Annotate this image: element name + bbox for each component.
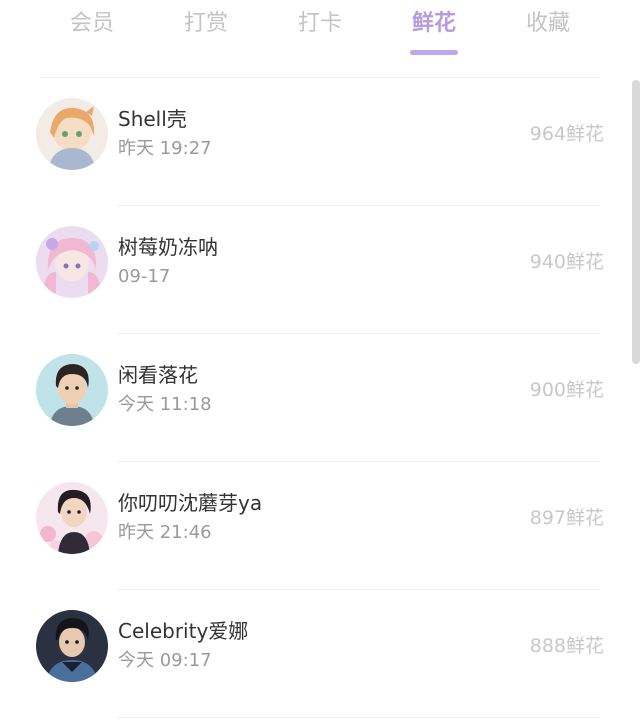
tab-tips[interactable]: 打赏 <box>151 8 261 40</box>
flower-count: 900鲜花 <box>529 379 604 401</box>
timestamp: 昨天 19:27 <box>118 138 212 159</box>
timestamp: 今天 09:17 <box>118 650 212 671</box>
user-name: 树莓奶冻呐 <box>118 235 218 259</box>
flower-count: 964鲜花 <box>529 123 604 145</box>
scrollbar[interactable] <box>632 80 640 364</box>
flower-count: 897鲜花 <box>529 507 604 529</box>
flower-ranking-page: 会员 打赏 打卡 鲜花 收藏 Shell壳 昨天 19:27 964鲜花 树莓奶… <box>0 0 640 723</box>
avatar[interactable] <box>36 98 108 170</box>
user-name: 你叨叨沈蘑芽ya <box>118 491 263 515</box>
flower-count: 940鲜花 <box>529 251 604 273</box>
timestamp: 今天 11:18 <box>118 394 212 415</box>
tab-membership[interactable]: 会员 <box>37 8 147 40</box>
avatar[interactable] <box>36 354 108 426</box>
list-item[interactable]: 树莓奶冻呐 09-17 940鲜花 <box>0 206 640 334</box>
avatar[interactable] <box>36 610 108 682</box>
avatar[interactable] <box>36 482 108 554</box>
list-item[interactable]: 你叨叨沈蘑芽ya 昨天 21:46 897鲜花 <box>0 462 640 590</box>
row-divider <box>118 717 600 718</box>
active-tab-indicator <box>410 50 458 55</box>
avatar[interactable] <box>36 226 108 298</box>
list-item[interactable]: Celebrity爱娜 今天 09:17 888鲜花 <box>0 590 640 718</box>
tab-checkin[interactable]: 打卡 <box>265 8 375 40</box>
user-name: Celebrity爱娜 <box>118 619 249 643</box>
user-name: 闲看落花 <box>118 363 198 387</box>
list-item[interactable]: 闲看落花 今天 11:18 900鲜花 <box>0 334 640 462</box>
flower-ranking-list: Shell壳 昨天 19:27 964鲜花 树莓奶冻呐 09-17 940鲜花 … <box>0 78 640 718</box>
user-name: Shell壳 <box>118 107 187 131</box>
tab-favorites[interactable]: 收藏 <box>493 8 603 40</box>
flower-count: 888鲜花 <box>529 635 604 657</box>
timestamp: 09-17 <box>118 266 171 287</box>
tab-flowers[interactable]: 鲜花 <box>379 8 489 40</box>
list-item[interactable]: Shell壳 昨天 19:27 964鲜花 <box>0 78 640 206</box>
timestamp: 昨天 21:46 <box>118 522 212 543</box>
tab-bar: 会员 打赏 打卡 鲜花 收藏 <box>0 0 640 60</box>
